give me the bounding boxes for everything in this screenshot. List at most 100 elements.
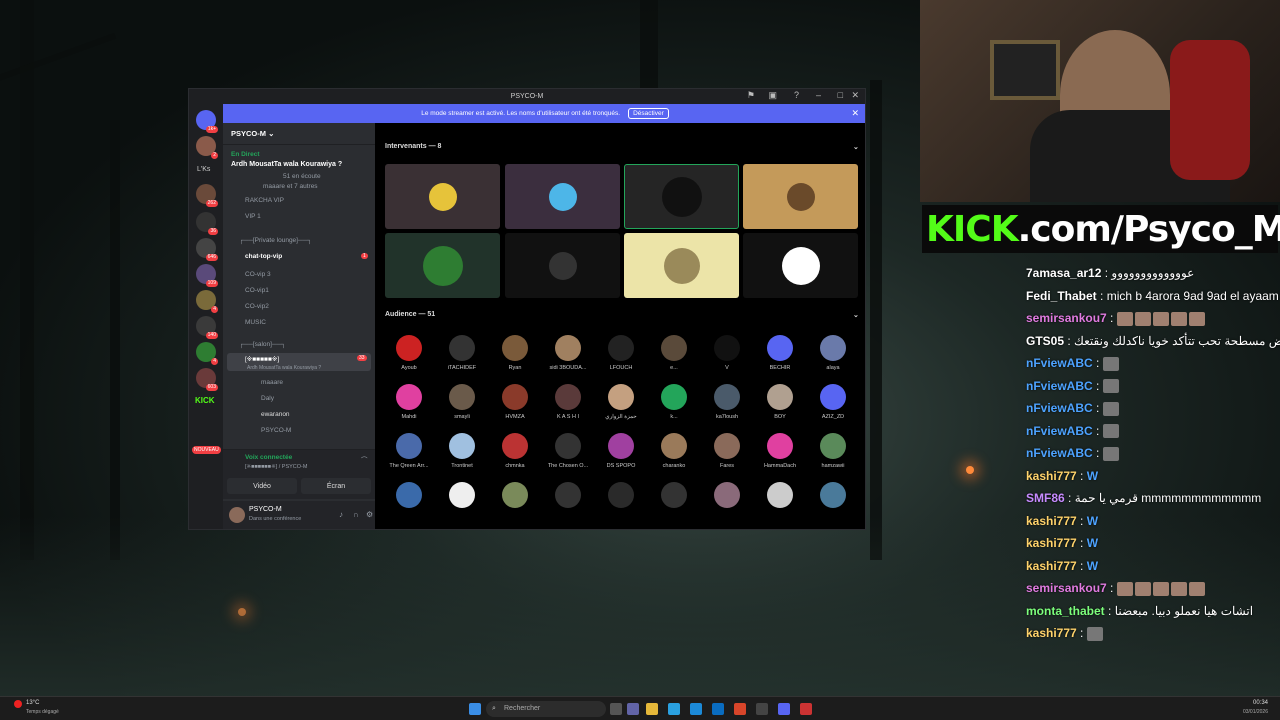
- audience-member[interactable]: Trontinet: [436, 433, 488, 469]
- teams-icon[interactable]: [627, 703, 639, 715]
- weather-alert-icon[interactable]: [14, 700, 22, 708]
- speaker-tile[interactable]: [505, 233, 620, 298]
- audience-member[interactable]: k...: [648, 384, 700, 420]
- chat-username[interactable]: nFviewABC: [1026, 356, 1093, 370]
- speaker-tile[interactable]: [505, 164, 620, 229]
- chat-username[interactable]: SMF86: [1026, 491, 1065, 505]
- audience-member[interactable]: حمزة الزواري: [595, 384, 647, 420]
- weather-temp[interactable]: 13°C: [26, 700, 39, 706]
- clock-date[interactable]: 03/01/2026: [1243, 709, 1268, 715]
- audience-member[interactable]: [436, 482, 488, 512]
- audience-member[interactable]: sidi 3BOUDA...: [542, 335, 594, 371]
- chat-username[interactable]: 7amasa_ar12: [1026, 266, 1101, 280]
- speaker-tile[interactable]: [624, 233, 739, 298]
- channel-item-active[interactable]: [※■■■■■※]: [245, 355, 279, 363]
- audience-member[interactable]: V: [701, 335, 753, 371]
- channel-item[interactable]: CO-vip2: [245, 303, 269, 310]
- audience-member[interactable]: [754, 482, 806, 512]
- mail-icon[interactable]: [712, 703, 724, 715]
- channel-item[interactable]: VIP 1: [245, 213, 261, 220]
- chat-username[interactable]: kashi777: [1026, 559, 1077, 573]
- server-icon[interactable]: 140: [196, 316, 218, 339]
- close-window-icon[interactable]: ✕: [851, 90, 859, 101]
- audience-member[interactable]: alaya: [807, 335, 859, 371]
- voice-user[interactable]: ewaranon: [261, 411, 290, 418]
- audience-member[interactable]: charanko: [648, 433, 700, 469]
- settings-gear-icon[interactable]: ⚙: [366, 510, 373, 519]
- collapse-speakers-icon[interactable]: ⌄: [853, 143, 859, 151]
- stage-title[interactable]: Ardh MousatTa wala Kourawiya ?: [231, 161, 342, 168]
- chat-username[interactable]: semirsankou7: [1026, 311, 1107, 325]
- audience-member[interactable]: Mahdi: [383, 384, 435, 420]
- speaker-tile[interactable]: [743, 164, 858, 229]
- audience-member[interactable]: [648, 482, 700, 512]
- minimize-icon[interactable]: –: [816, 90, 821, 100]
- speaker-tile-active[interactable]: [624, 164, 739, 229]
- chrome-icon[interactable]: [734, 703, 746, 715]
- speaker-tile[interactable]: [385, 233, 500, 298]
- speakers-header[interactable]: Intervenants — 8: [385, 143, 441, 150]
- channel-item[interactable]: chat-top-vip: [245, 253, 282, 260]
- chat-username[interactable]: nFviewABC: [1026, 379, 1093, 393]
- audience-member[interactable]: chmnka: [489, 433, 541, 469]
- edge-icon[interactable]: [668, 703, 680, 715]
- audience-member[interactable]: [542, 482, 594, 512]
- audience-member[interactable]: BECHIR: [754, 335, 806, 371]
- file-explorer-icon[interactable]: [646, 703, 658, 715]
- audience-member[interactable]: The Qreen Arr...: [383, 433, 435, 469]
- maximize-icon[interactable]: □: [838, 90, 843, 100]
- audience-member[interactable]: [489, 482, 541, 512]
- audience-member[interactable]: iTACHIDEF: [436, 335, 488, 371]
- guild-folder-label[interactable]: L'Ks: [197, 166, 210, 173]
- chat-username[interactable]: kashi777: [1026, 626, 1077, 640]
- audience-member[interactable]: hamzawii: [807, 433, 859, 469]
- audience-member[interactable]: K A S H I: [542, 384, 594, 420]
- clock-time[interactable]: 00:34: [1253, 700, 1268, 706]
- chat-username[interactable]: monta_thabet: [1026, 604, 1105, 618]
- disable-button[interactable]: Désactiver: [628, 108, 669, 119]
- help-icon[interactable]: ?: [794, 90, 799, 100]
- category-label[interactable]: ┌──[Private lounge]──┐: [239, 237, 312, 244]
- audience-member[interactable]: smayli: [436, 384, 488, 420]
- audience-member[interactable]: [807, 482, 859, 512]
- video-button[interactable]: Vidéo: [227, 478, 297, 494]
- chat-username[interactable]: semirsankou7: [1026, 581, 1107, 595]
- audience-member[interactable]: HammaDach: [754, 433, 806, 469]
- close-banner-icon[interactable]: ✕: [851, 108, 859, 119]
- audience-member[interactable]: Ryan: [489, 335, 541, 371]
- speaker-tile[interactable]: [743, 233, 858, 298]
- audience-member[interactable]: AZIZ_ZD: [807, 384, 859, 420]
- server-icon[interactable]: 109: [196, 264, 218, 287]
- inbox-icon[interactable]: ⚑: [747, 90, 755, 101]
- voice-user[interactable]: maaare: [261, 379, 283, 386]
- browser-icon[interactable]: [690, 703, 702, 715]
- speaker-tile[interactable]: [385, 164, 500, 229]
- audience-member[interactable]: LFOUCH: [595, 335, 647, 371]
- app-icon[interactable]: [756, 703, 768, 715]
- voice-user[interactable]: Daly: [261, 395, 274, 402]
- chat-username[interactable]: nFviewABC: [1026, 401, 1093, 415]
- collapse-audience-icon[interactable]: ⌄: [853, 311, 859, 319]
- audience-member[interactable]: HVMZA: [489, 384, 541, 420]
- obs-icon[interactable]: [800, 703, 812, 715]
- audience-member[interactable]: DS SPOPO: [595, 433, 647, 469]
- audience-member[interactable]: ka7loush: [701, 384, 753, 420]
- chat-username[interactable]: nFviewABC: [1026, 446, 1093, 460]
- audience-member[interactable]: Ayoub: [383, 335, 435, 371]
- chat-username[interactable]: Fedi_Thabet: [1026, 289, 1097, 303]
- task-view-icon[interactable]: [610, 703, 622, 715]
- channel-item[interactable]: MUSIC: [245, 319, 266, 326]
- server-icon[interactable]: 4: [196, 290, 218, 313]
- dm-home-button[interactable]: 1k+: [196, 110, 218, 133]
- disconnect-icon[interactable]: ⌒: [361, 454, 368, 464]
- audience-member[interactable]: [383, 482, 435, 512]
- chat-username[interactable]: kashi777: [1026, 536, 1077, 550]
- chat-username[interactable]: GTS05: [1026, 334, 1064, 348]
- search-box[interactable]: Rechercher: [486, 701, 606, 717]
- server-icon[interactable]: 262: [196, 184, 218, 207]
- audience-member[interactable]: [701, 482, 753, 512]
- server-icon[interactable]: 603: [196, 368, 218, 391]
- kick-server-label[interactable]: KICK: [195, 396, 215, 405]
- server-icon[interactable]: 2: [196, 136, 218, 159]
- server-header[interactable]: PSYCO-M ⌄: [223, 123, 375, 145]
